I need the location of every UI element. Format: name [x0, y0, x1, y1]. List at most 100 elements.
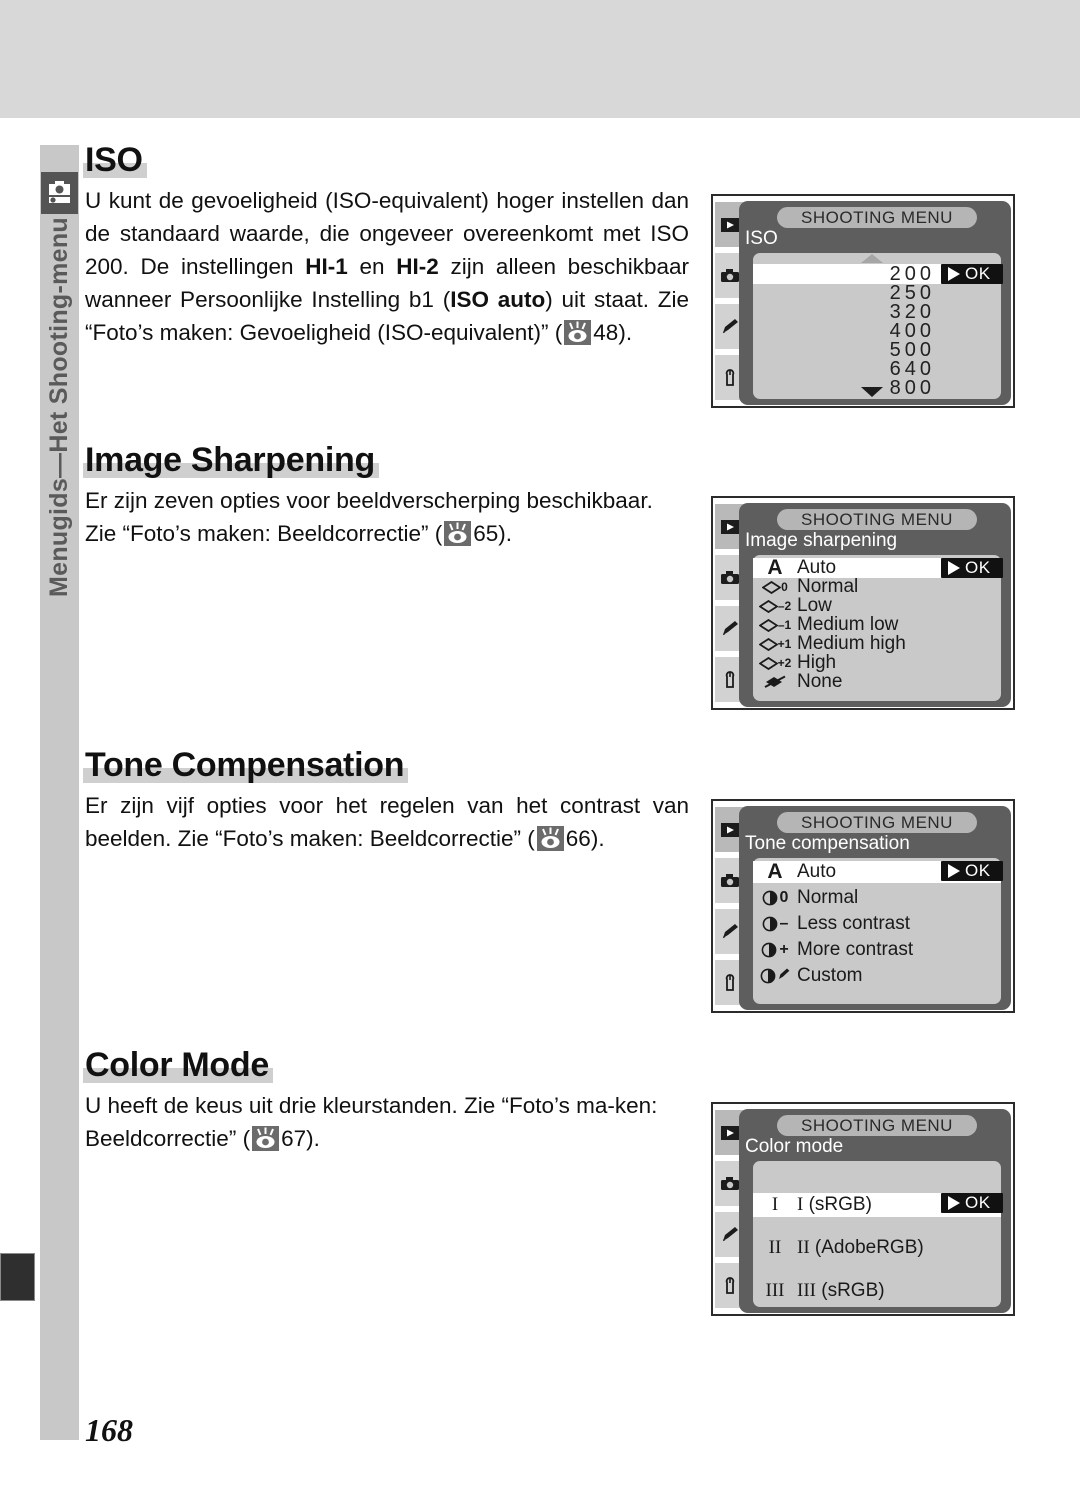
ok-badge[interactable]: OK	[941, 1193, 1003, 1213]
chapter-tab-label: Menugids—Het Shooting-menu	[40, 215, 79, 775]
lcd-submenu-title: Tone compensation	[745, 833, 910, 854]
lcd-option-row[interactable]: +1 Medium high	[753, 633, 1001, 654]
option-label: More contrast	[797, 939, 914, 960]
lcd-title: SHOOTING MENU	[801, 1115, 953, 1135]
lcd-screenshot-color-mode: SHOOTING MENU Color mode I I (sRGB) OK II II (…	[711, 1102, 1015, 1316]
option-icon: –2	[753, 599, 797, 613]
lcd-screenshot-image-sharpening: SHOOTING MENU Image sharpening A Auto OK 0 Nor…	[711, 496, 1015, 710]
reference-page-tone: 66).	[565, 825, 605, 851]
iso-value: 800	[889, 376, 935, 399]
lcd-title-pill: SHOOTING MENU	[777, 207, 977, 228]
lcd-screenshot-tone-compensation: SHOOTING MENU Tone compensation A Auto OK 0 No…	[711, 799, 1015, 1013]
reference-eye-icon	[444, 520, 472, 546]
page-number: 168	[85, 1412, 133, 1448]
lcd-submenu-title: Color mode	[745, 1136, 844, 1157]
lcd-option-row[interactable]: +2 High	[753, 652, 1001, 673]
lcd-screen: SHOOTING MENU Color mode I I (sRGB) OK II II (…	[739, 1109, 1011, 1313]
page-edge-marker	[0, 1253, 35, 1301]
lcd-option-row[interactable]: + More contrast	[753, 939, 1001, 961]
section-body-image-sharpening: Er zijn zeven opties voor beeldverscherp…	[85, 484, 689, 550]
lcd-option-row[interactable]: III III (sRGB)	[753, 1279, 1001, 1303]
ok-label: OK	[965, 861, 991, 880]
option-icon	[753, 966, 797, 986]
lcd-screen: SHOOTING MENU Tone compensation A Auto OK 0 No…	[739, 806, 1011, 1010]
lcd-option-row[interactable]: Custom	[753, 965, 1001, 987]
right-arrow-icon	[948, 561, 960, 575]
lcd-options-panel: I I (sRGB) OK II II (AdobeRGB) III III (sRGB)	[753, 1161, 1003, 1307]
ok-label: OK	[965, 1193, 991, 1212]
lcd-options-panel: A Auto OK 0 Normal –2 Low –1 Medium low +1 Medium …	[753, 555, 1003, 701]
reference-eye-icon	[536, 825, 564, 851]
section-body-tone-compensation: Er zijn vijf opties voor het regelen van…	[85, 789, 689, 855]
manual-page: Menugids—Het Shooting-menu ISO U kunt de…	[0, 0, 1080, 1486]
option-icon: +1	[753, 637, 797, 651]
body-text-color: U heeft de keus uit drie kleurstanden. Z…	[85, 1092, 658, 1151]
lcd-title-pill: SHOOTING MENU	[777, 812, 977, 833]
section-body-color-mode: U heeft de keus uit drie kleurstanden. Z…	[85, 1089, 689, 1155]
lcd-option-row[interactable]: –2 Low	[753, 595, 1001, 616]
lcd-options-panel: 200 OK 250 320 400 500 640 800	[753, 253, 1003, 399]
option-icon: A	[767, 860, 783, 883]
chapter-tab-text: Menugids—Het Shooting-menu	[45, 217, 73, 597]
option-icon: –	[753, 915, 797, 933]
lcd-option-row[interactable]: I I (sRGB) OK	[753, 1193, 1003, 1217]
reference-page-color: 67).	[281, 1125, 320, 1151]
option-label: I (sRGB)	[797, 1194, 872, 1215]
ok-badge[interactable]: OK	[941, 558, 1003, 578]
section-image-sharpening: Image Sharpening Er zijn zeven opties vo…	[83, 442, 689, 550]
option-icon: II	[768, 1237, 782, 1258]
section-body-iso: U kunt de gevoeligheid (ISO-equivalent) …	[85, 184, 689, 349]
lcd-screenshot-iso: SHOOTING MENU ISO 200 OK 250 320 400 500 640 800	[711, 194, 1015, 408]
option-icon: 0	[753, 889, 797, 907]
lcd-screen: SHOOTING MENU ISO 200 OK 250 320 400 500 640 800	[739, 201, 1011, 405]
reference-eye-icon	[252, 1125, 280, 1151]
reference-page-sharpening: 65).	[473, 520, 512, 546]
option-icon: III	[765, 1280, 785, 1301]
lcd-title-pill: SHOOTING MENU	[777, 1115, 977, 1136]
ok-badge[interactable]: OK	[941, 861, 1003, 881]
lcd-title: SHOOTING MENU	[801, 207, 953, 227]
page-title-tone-compensation: Tone Compensation	[83, 747, 409, 784]
lcd-option-row[interactable]: A Auto OK	[753, 860, 1003, 883]
page-title-iso: ISO	[83, 142, 147, 179]
option-icon: +2	[753, 656, 797, 670]
option-icon: –1	[753, 618, 797, 632]
lcd-option-row[interactable]: 0 Normal	[753, 887, 1001, 909]
scroll-down-arrow-icon[interactable]	[861, 387, 883, 397]
lcd-submenu-title: Image sharpening	[745, 530, 898, 551]
body-text-sharpening: Er zijn zeven opties voor beeldverscherp…	[85, 487, 653, 546]
lcd-title: SHOOTING MENU	[801, 509, 953, 529]
option-label: None	[797, 671, 843, 692]
lcd-title: SHOOTING MENU	[801, 812, 953, 832]
lcd-option-row[interactable]: 0 Normal	[753, 576, 1001, 597]
page-header-band	[0, 0, 1080, 118]
lcd-option-row[interactable]: – Less contrast	[753, 913, 1001, 935]
section-iso: ISO U kunt de gevoeligheid (ISO-equivale…	[83, 142, 689, 349]
page-title-image-sharpening: Image Sharpening	[83, 442, 379, 479]
option-label: II (AdobeRGB)	[797, 1237, 924, 1258]
option-label: Auto	[797, 861, 837, 882]
section-color-mode: Color Mode U heeft de keus uit drie kleu…	[83, 1047, 689, 1155]
lcd-option-row[interactable]: II II (AdobeRGB)	[753, 1236, 1001, 1260]
lcd-title-pill: SHOOTING MENU	[777, 509, 977, 530]
right-arrow-icon	[948, 267, 960, 281]
option-icon: 0	[753, 580, 797, 594]
ok-badge[interactable]: OK	[941, 264, 1003, 284]
option-label: Normal	[797, 887, 859, 908]
reference-page-iso: 48).	[593, 319, 633, 345]
ok-label: OK	[965, 264, 991, 283]
lcd-option-row[interactable]: –1 Medium low	[753, 614, 1001, 635]
lcd-submenu-title: ISO	[745, 228, 778, 249]
right-arrow-icon	[948, 864, 960, 878]
ok-label: OK	[965, 558, 991, 577]
option-icon	[753, 675, 797, 689]
option-label: Custom	[797, 965, 863, 986]
lcd-option-row[interactable]: None	[753, 671, 1001, 692]
reference-eye-icon	[564, 319, 592, 345]
lcd-screen: SHOOTING MENU Image sharpening A Auto OK 0 Nor…	[739, 503, 1011, 707]
option-label: III (sRGB)	[797, 1280, 885, 1301]
page-title-color-mode: Color Mode	[83, 1047, 273, 1084]
option-icon: +	[753, 941, 797, 959]
lcd-options-panel: A Auto OK 0 Normal – Less contrast + More contra…	[753, 858, 1003, 1004]
lcd-option-row[interactable]: A Auto OK	[753, 556, 1003, 579]
